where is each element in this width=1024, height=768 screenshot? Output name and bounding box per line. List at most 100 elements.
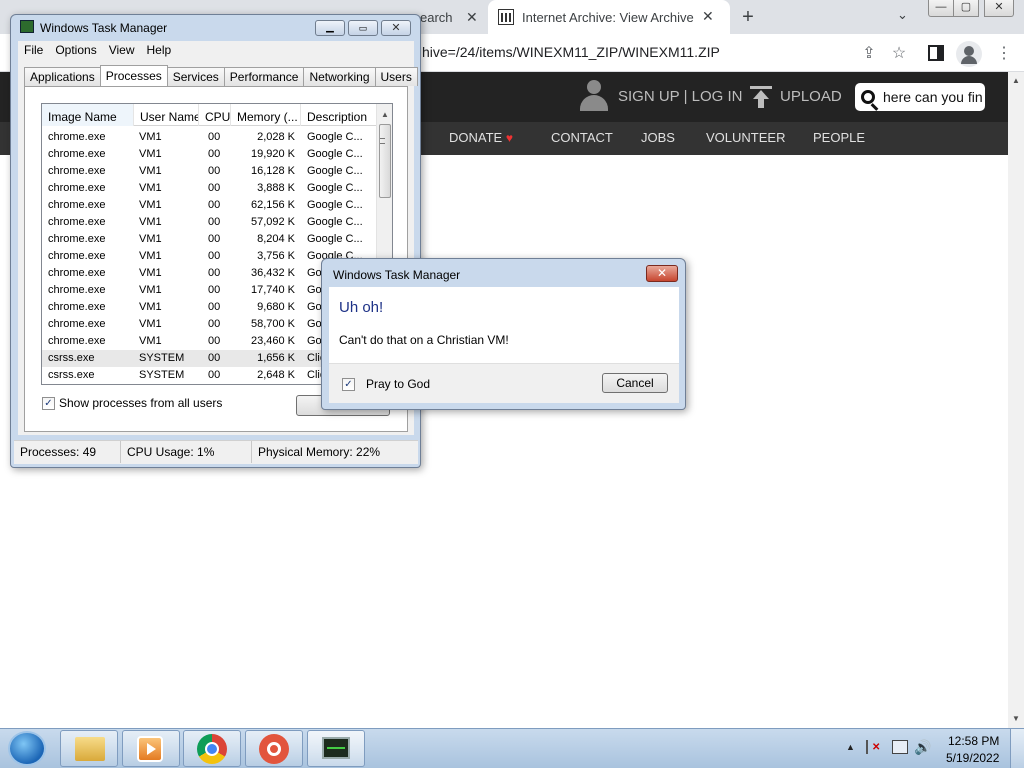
table-row[interactable]: chrome.exe VM1 00 62,156 K Google C... [42, 197, 376, 214]
tab-processes[interactable]: Processes [99, 65, 168, 86]
share-icon[interactable]: ⇪ [858, 43, 880, 63]
process-image-name: chrome.exe [48, 267, 106, 279]
process-cpu: 00 [208, 165, 221, 177]
column-cpu[interactable]: CPU [199, 104, 231, 126]
upload-link[interactable]: UPLOAD [780, 88, 842, 105]
cancel-button[interactable]: Cancel [602, 373, 668, 393]
show-all-users-label: Show processes from all users [59, 396, 223, 410]
heart-icon: ♥ [505, 131, 513, 145]
process-cpu: 00 [208, 182, 221, 194]
browser-menu-icon[interactable]: ⋮ [996, 43, 1012, 63]
dialog-close-button[interactable]: ✕ [646, 265, 678, 282]
jobs-link[interactable]: JOBS [641, 130, 675, 145]
page-scrollbar[interactable]: ▲ ▼ [1008, 72, 1024, 728]
process-description: Google C... [307, 131, 363, 143]
show-all-users-option[interactable]: ✓ Show processes from all users [42, 396, 222, 410]
tab-internet-archive[interactable]: Internet Archive: View Archive ✕ [488, 0, 730, 34]
show-hidden-icons-icon[interactable]: ▲ [846, 742, 855, 752]
show-desktop-button[interactable] [1010, 729, 1024, 768]
upload-icon[interactable] [750, 86, 772, 110]
user-icon[interactable] [580, 80, 608, 112]
bookmark-star-icon[interactable]: ☆ [888, 43, 910, 63]
donate-label: DONATE [449, 130, 503, 145]
table-row[interactable]: chrome.exe VM1 00 57,092 K Google C... [42, 214, 376, 231]
menu-file[interactable]: File [18, 41, 43, 59]
media-player-icon [137, 736, 163, 762]
sort-ascending-icon: ^ [82, 104, 86, 108]
table-row[interactable]: chrome.exe VM1 00 3,888 K Google C... [42, 180, 376, 197]
new-tab-button[interactable]: + [738, 6, 758, 29]
side-panel-icon[interactable] [928, 45, 944, 61]
process-image-name: chrome.exe [48, 216, 106, 228]
process-memory: 58,700 K [250, 318, 295, 330]
scroll-down-icon[interactable]: ▼ [1012, 714, 1020, 723]
process-description: Google C... [307, 165, 363, 177]
clock-time[interactable]: 12:58 PM [948, 734, 999, 748]
volunteer-link[interactable]: VOLUNTEER [706, 130, 785, 145]
clock-date[interactable]: 5/19/2022 [946, 751, 999, 765]
action-center-flag-icon[interactable] [866, 740, 881, 754]
address-bar[interactable]: hive=/24/items/WINEXM11_ZIP/WINEXM11.ZIP [422, 44, 720, 60]
menu-options[interactable]: Options [49, 41, 96, 59]
tab-users[interactable]: Users [374, 67, 418, 86]
contact-link[interactable]: CONTACT [551, 130, 613, 145]
process-user-name: VM1 [139, 284, 162, 296]
process-memory: 17,740 K [250, 284, 295, 296]
scroll-up-icon[interactable]: ▲ [381, 110, 389, 119]
task-manager-maximize-button[interactable]: ▭ [348, 20, 378, 36]
task-manager-tabs: Applications Processes Services Performa… [24, 65, 418, 86]
column-image-name[interactable]: ^ Image Name [42, 104, 134, 126]
donate-link[interactable]: DONATE ♥ [449, 130, 513, 145]
task-manager-status-bar: Processes: 49 CPU Usage: 1% Physical Mem… [14, 440, 418, 464]
process-description: Google C... [307, 216, 363, 228]
show-all-users-checkbox[interactable]: ✓ [42, 396, 55, 410]
scroll-thumb[interactable] [379, 124, 391, 198]
process-memory: 62,156 K [250, 199, 295, 211]
process-cpu: 00 [208, 267, 221, 279]
pray-to-god-option[interactable]: ✓ Pray to God [342, 377, 430, 391]
archive-search-input[interactable]: here can you fin [855, 83, 985, 111]
process-memory: 23,460 K [250, 335, 295, 347]
process-image-name: chrome.exe [48, 165, 106, 177]
table-row[interactable]: chrome.exe VM1 00 2,028 K Google C... [42, 129, 376, 146]
browser-maximize-button[interactable]: ▢ [953, 0, 979, 17]
process-cpu: 00 [208, 318, 221, 330]
tab-search-dropdown-icon[interactable]: ⌄ [897, 7, 908, 23]
network-icon[interactable] [892, 740, 908, 754]
browser-close-button[interactable]: ✕ [984, 0, 1014, 17]
column-description[interactable]: Description [301, 104, 376, 126]
process-user-name: VM1 [139, 318, 162, 330]
process-cpu: 00 [208, 369, 221, 381]
menu-view[interactable]: View [103, 41, 135, 59]
tab-search-close-icon[interactable]: ✕ [466, 9, 478, 26]
folder-icon [75, 737, 105, 761]
tab-services[interactable]: Services [166, 67, 225, 86]
column-memory[interactable]: Memory (... [231, 104, 301, 126]
tab-archive-close-icon[interactable]: ✕ [702, 8, 714, 25]
start-button-windows-logo-icon[interactable] [8, 731, 46, 766]
process-user-name: VM1 [139, 148, 162, 160]
tab-networking[interactable]: Networking [303, 67, 376, 86]
tab-performance[interactable]: Performance [223, 67, 305, 86]
table-row[interactable]: chrome.exe VM1 00 19,920 K Google C... [42, 146, 376, 163]
volume-icon[interactable]: 🔊 [914, 739, 931, 756]
menu-help[interactable]: Help [141, 41, 172, 59]
sign-up-login-link[interactable]: SIGN UP | LOG IN [618, 88, 742, 105]
column-user-name[interactable]: User Name [134, 104, 199, 126]
tab-applications[interactable]: Applications [24, 67, 101, 86]
table-row[interactable]: chrome.exe VM1 00 8,204 K Google C... [42, 231, 376, 248]
task-manager-minimize-button[interactable]: ▁ [315, 20, 345, 36]
browser-minimize-button[interactable]: — [928, 0, 954, 17]
task-manager-close-button[interactable]: ✕ [381, 20, 411, 36]
process-user-name: VM1 [139, 165, 162, 177]
search-icon [861, 90, 875, 104]
table-row[interactable]: chrome.exe VM1 00 16,128 K Google C... [42, 163, 376, 180]
dialog-message: Can't do that on a Christian VM! [339, 333, 509, 347]
pray-to-god-checkbox[interactable]: ✓ [342, 377, 355, 391]
scroll-up-icon[interactable]: ▲ [1012, 76, 1020, 85]
process-user-name: VM1 [139, 301, 162, 313]
profile-avatar-icon[interactable] [956, 41, 982, 67]
archive-favicon-icon [498, 9, 514, 25]
people-link[interactable]: PEOPLE [813, 130, 865, 145]
process-description: Google C... [307, 199, 363, 211]
